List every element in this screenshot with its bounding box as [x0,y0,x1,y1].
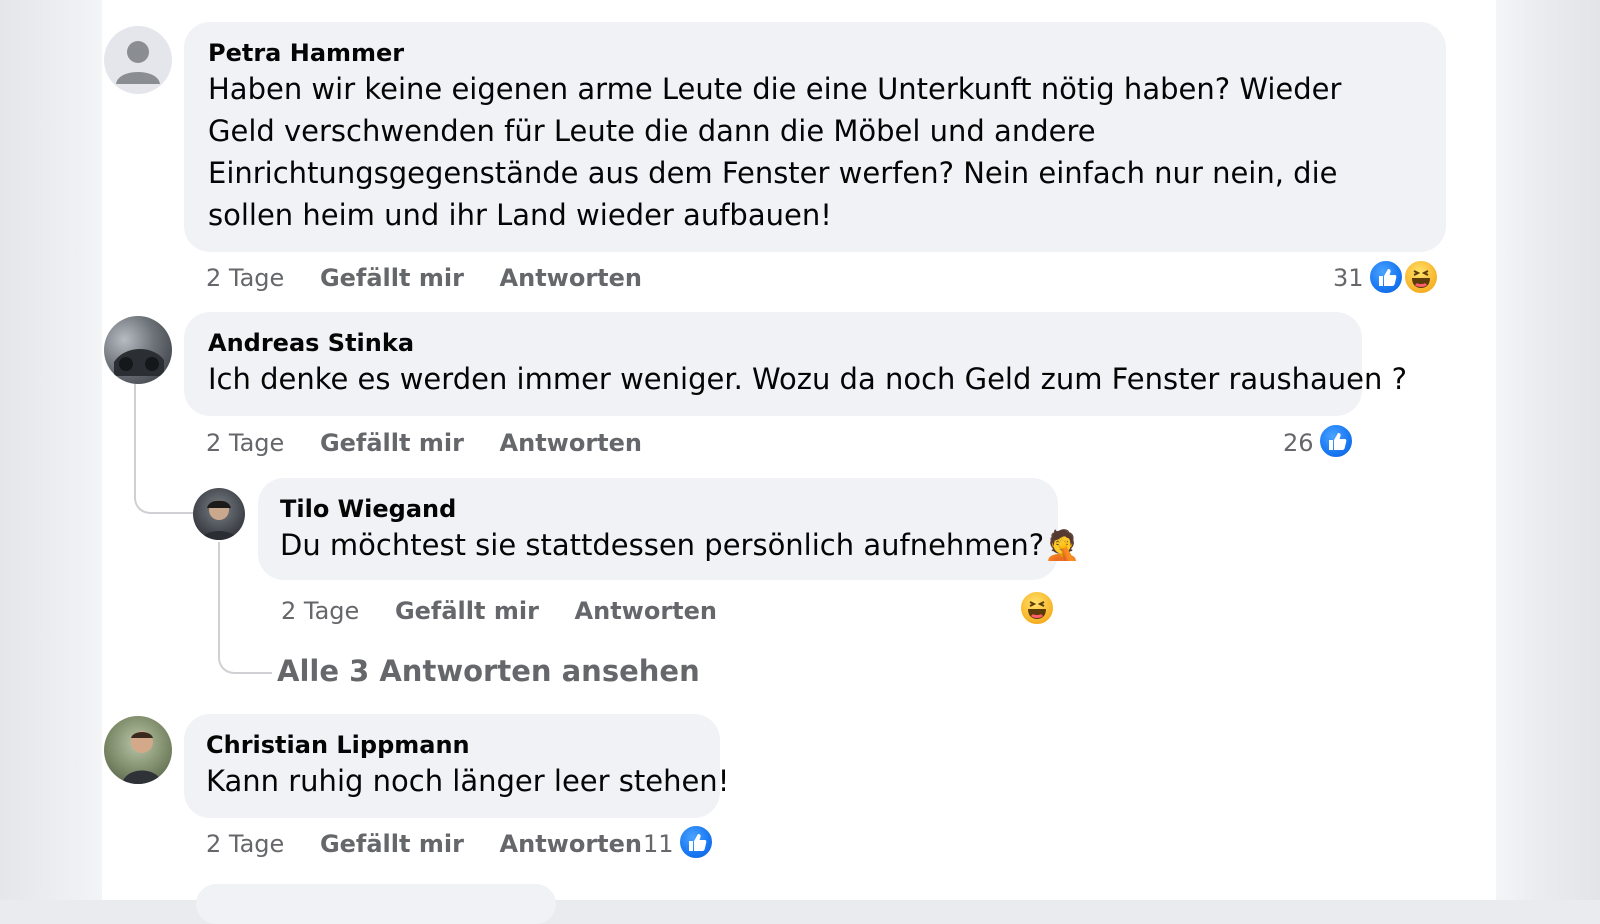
comment-timestamp[interactable]: 2 Tage [206,264,284,292]
reaction-count[interactable]: 26 [1283,429,1314,457]
avatar-photo[interactable] [104,716,172,784]
blurred-background-left [0,0,102,900]
reply-author[interactable]: Tilo Wiegand [280,494,1036,524]
reply-button[interactable]: Antworten [575,597,717,625]
like-button[interactable]: Gefällt mir [320,830,464,858]
comment-author[interactable]: Petra Hammer [208,38,1422,68]
reply-button[interactable]: Antworten [500,830,642,858]
comment-text: Haben wir keine eigenen arme Leute die e… [208,72,1342,232]
reply-button[interactable]: Antworten [500,264,642,292]
like-icon[interactable] [678,824,714,860]
avatar-photo[interactable] [104,316,172,384]
facepalm-emoji: 🤦 [1044,528,1081,562]
reply-text-content: Du möchtest sie stattdessen persönlich a… [280,528,1045,562]
haha-icon[interactable] [1019,590,1055,626]
comment-author[interactable]: Christian Lippmann [206,730,698,760]
reply-bubble: Tilo Wiegand Du möchtest sie stattdessen… [258,478,1080,580]
comment-actions: 2 Tage Gefällt mir Antworten [206,830,670,858]
avatar-default-icon[interactable] [104,26,172,94]
like-icon[interactable] [1318,423,1354,459]
reply-timestamp[interactable]: 2 Tage [281,597,359,625]
comment-text: Ich denke es werden immer weniger. Wozu … [208,362,1408,396]
comment-timestamp[interactable]: 2 Tage [206,429,284,457]
like-button[interactable]: Gefällt mir [320,429,464,457]
comment-bubble: Andreas Stinka Ich denke es werden immer… [184,312,1408,416]
reaction-count[interactable]: 11 [643,830,674,858]
like-button[interactable]: Gefällt mir [320,264,464,292]
reply-actions: 2 Tage Gefällt mir Antworten [281,597,745,625]
comment-actions: 2 Tage Gefällt mir Antworten [206,264,670,292]
comment-timestamp[interactable]: 2 Tage [206,830,284,858]
reaction-count[interactable]: 31 [1333,264,1364,292]
like-icon[interactable] [1368,259,1404,295]
avatar-photo[interactable] [193,488,245,540]
blurred-background-right [1496,0,1600,900]
next-comment-peek [196,884,556,924]
like-button[interactable]: Gefällt mir [395,597,539,625]
reply-text: Du möchtest sie stattdessen persönlich a… [280,524,1080,566]
comment-author[interactable]: Andreas Stinka [208,328,1338,358]
comment-text: Kann ruhig noch länger leer stehen! [206,764,730,798]
reply-button[interactable]: Antworten [500,429,642,457]
view-replies-link[interactable]: Alle 3 Antworten ansehen [277,654,700,688]
haha-icon[interactable] [1403,259,1439,295]
comment-actions: 2 Tage Gefällt mir Antworten [206,429,670,457]
comment-bubble: Christian Lippmann Kann ruhig noch länge… [184,714,730,818]
comment-bubble: Petra Hammer Haben wir keine eigenen arm… [184,22,1446,252]
